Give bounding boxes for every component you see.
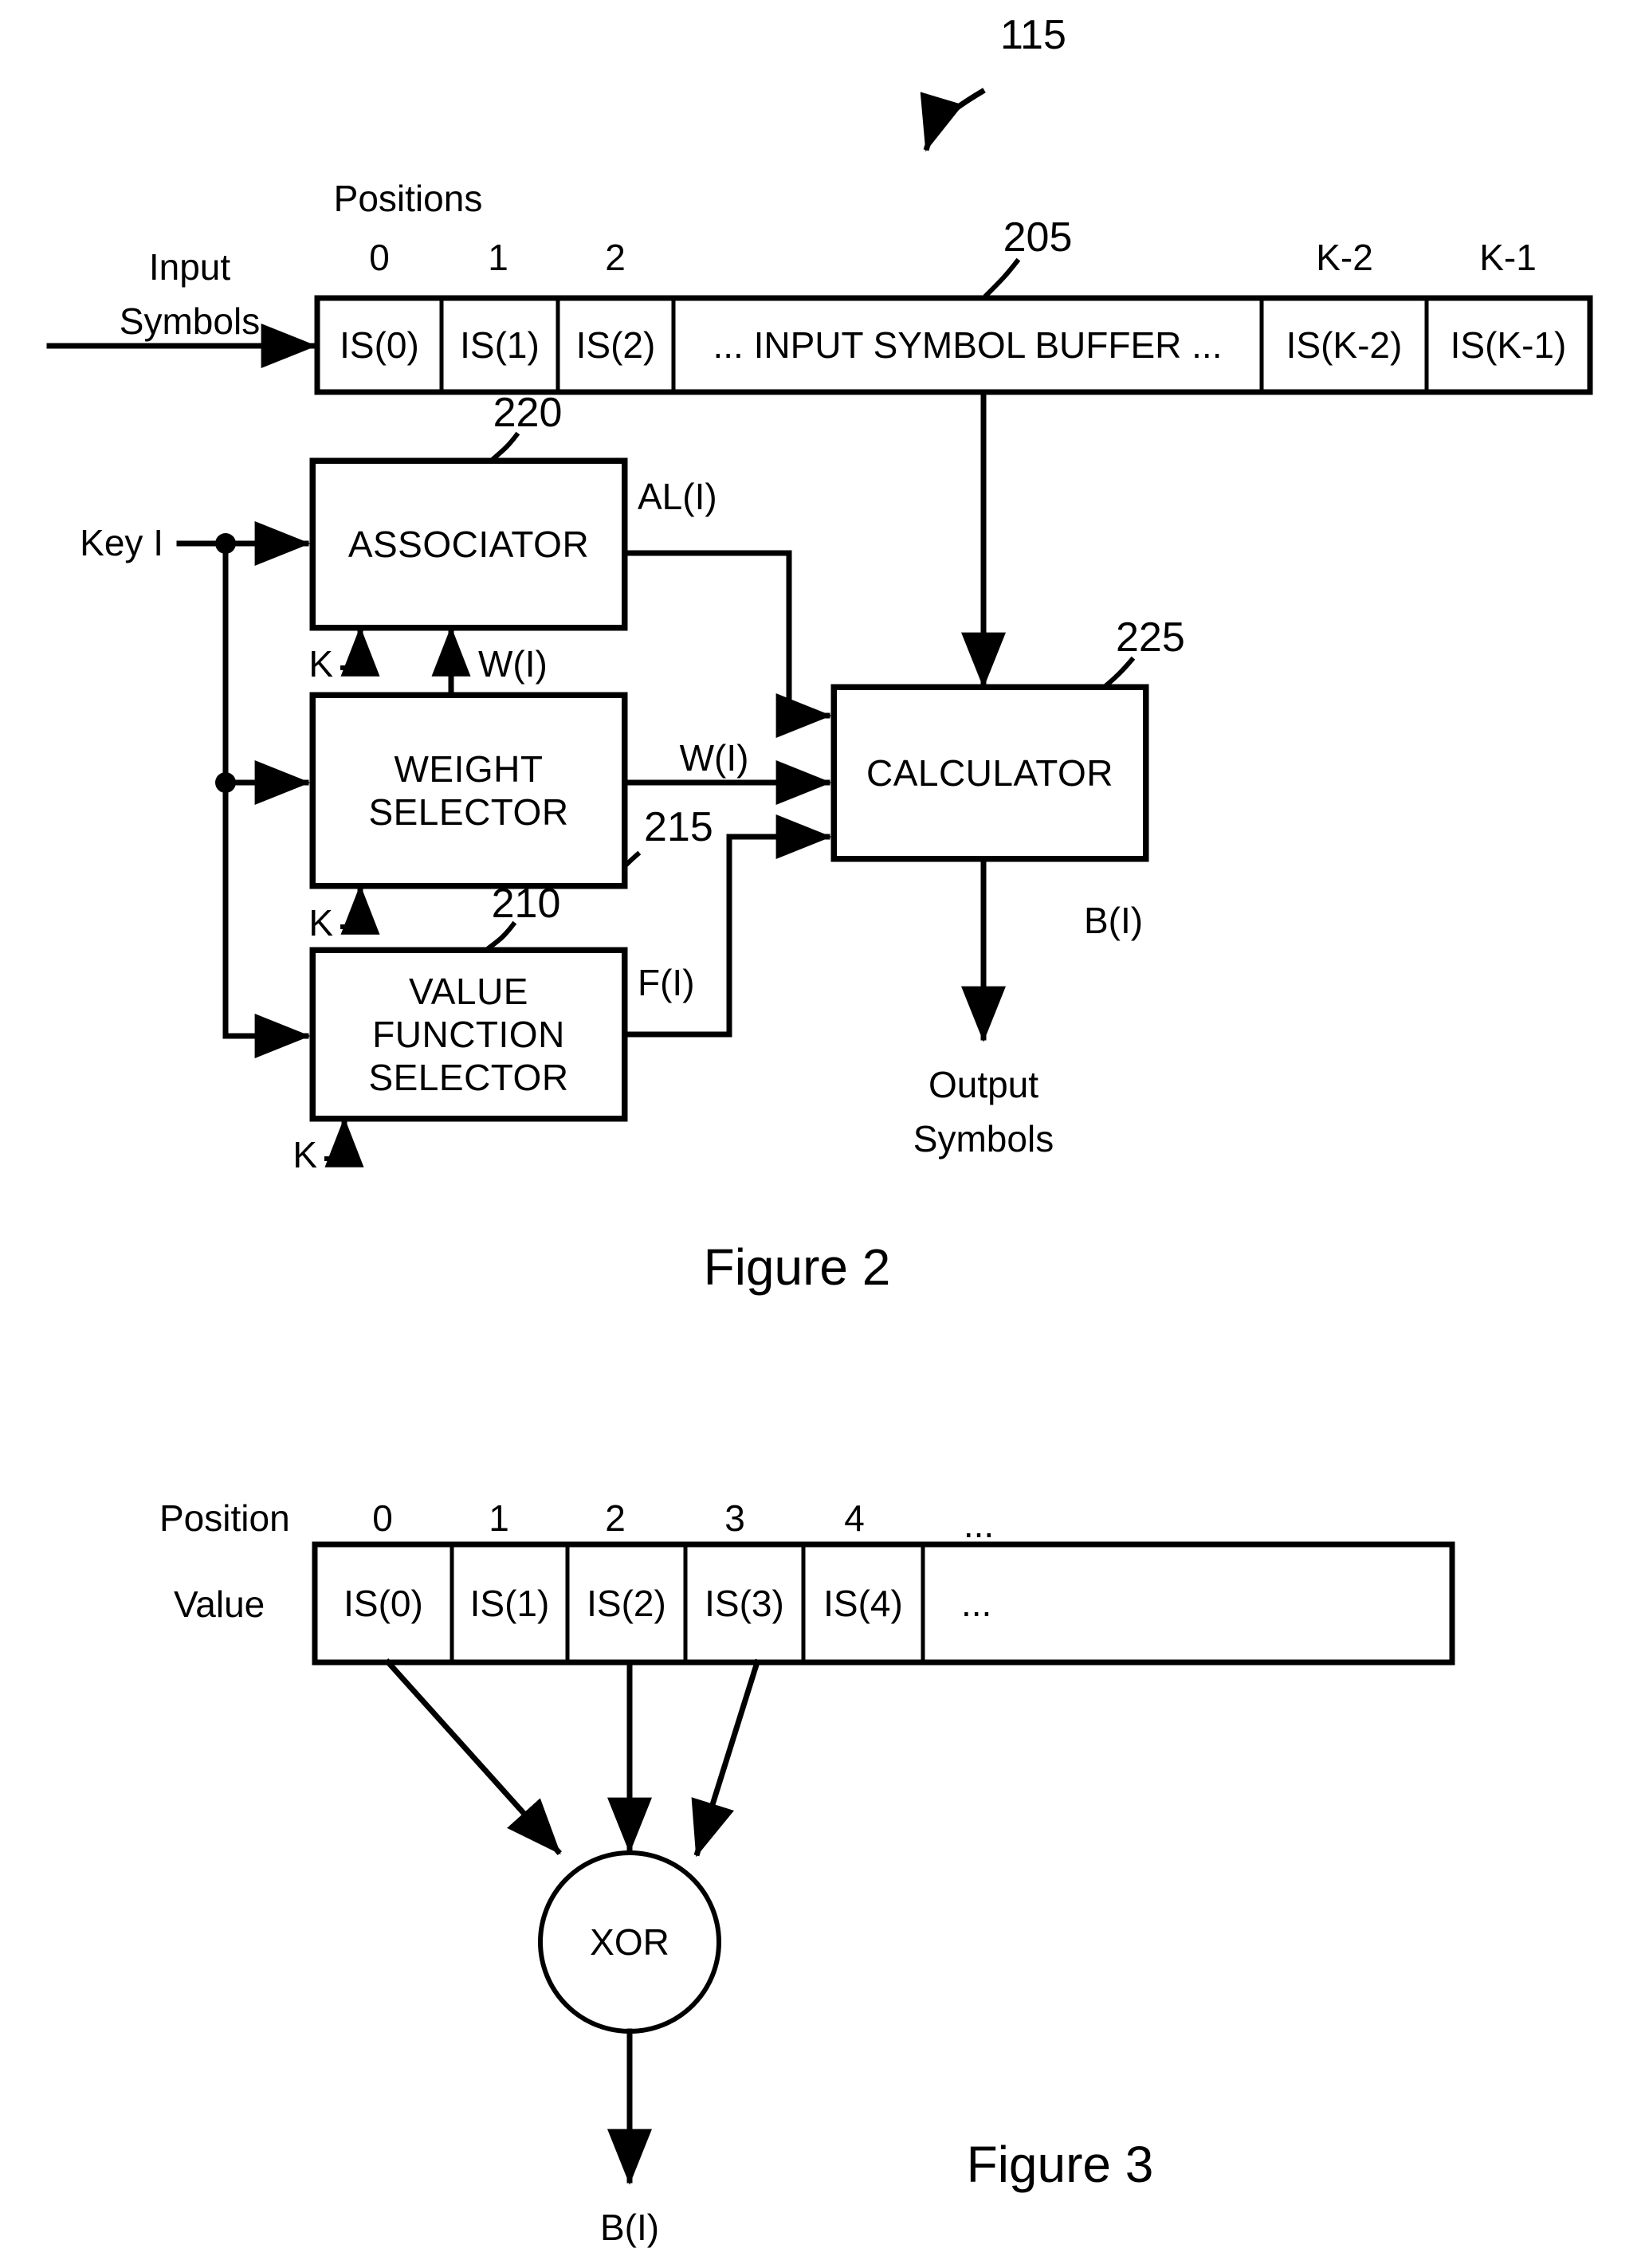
- fig3-cell-2: IS(2): [567, 1544, 685, 1662]
- fig3-cell-rest-value: ...: [961, 1583, 992, 1624]
- fig3-position-0: 0: [372, 1497, 393, 1539]
- buffer-position-0: 0: [369, 237, 390, 278]
- buffer-cell-middle-value: ... INPUT SYMBOL BUFFER ...: [713, 324, 1223, 366]
- reference-numeral-215: 215: [644, 804, 713, 850]
- fig3-position-label: Position: [159, 1497, 290, 1539]
- weight-selector-label: WEIGHT SELECTOR: [368, 747, 569, 833]
- fig3-cell-3: IS(3): [685, 1544, 803, 1662]
- buffer-cell-k-2-value: IS(K-2): [1286, 324, 1403, 366]
- reference-numeral-205: 205: [1003, 214, 1073, 261]
- reference-numeral-225: 225: [1116, 614, 1185, 661]
- weight-selector-block: WEIGHT SELECTOR: [312, 695, 625, 886]
- associator-block: ASSOCIATOR: [312, 461, 625, 628]
- buffer-position-1: 1: [488, 237, 508, 278]
- signal-b-i-figure3: B(I): [599, 2207, 660, 2248]
- buffer-cell-1-value: IS(1): [460, 324, 540, 366]
- fig3-value-label: Value: [174, 1583, 265, 1625]
- buffer-cell-0-value: IS(0): [340, 324, 419, 366]
- signal-f-i: F(I): [638, 962, 695, 1003]
- fig3-cell-1-value: IS(1): [469, 1583, 550, 1624]
- buffer-cell-1: IS(1): [442, 298, 558, 392]
- buffer-position-k-1: K-1: [1479, 237, 1537, 278]
- output-symbols-label-line2: Symbols: [913, 1118, 1054, 1160]
- value-function-selector-label: VALUE FUNCTION SELECTOR: [368, 970, 569, 1099]
- calculator-block: CALCULATOR: [834, 687, 1146, 859]
- key-i-label: Key I: [80, 522, 163, 563]
- patent-drawing-sheet: 115 Positions Input Symbols 0 1 2 K-2 K-…: [0, 0, 1645, 2268]
- reference-numeral-115: 115: [1000, 12, 1066, 58]
- fig3-cell-2-value: IS(2): [587, 1583, 666, 1624]
- output-symbols-label-line1: Output: [928, 1064, 1039, 1105]
- k-input-label-associator: K: [308, 643, 333, 685]
- fig3-cell-4: IS(4): [803, 1544, 923, 1662]
- buffer-cell-0: IS(0): [317, 298, 442, 392]
- fig3-position-3: 3: [724, 1497, 745, 1539]
- signal-al-i: AL(I): [638, 476, 717, 517]
- buffer-cell-2-value: IS(2): [575, 324, 656, 366]
- calculator-label: CALCULATOR: [866, 751, 1114, 794]
- associator-label: ASSOCIATOR: [347, 523, 590, 565]
- input-symbols-label-line2: Symbols: [119, 300, 261, 342]
- fig3-position-4: 4: [844, 1497, 865, 1539]
- buffer-position-2: 2: [605, 237, 626, 278]
- reference-numeral-220: 220: [493, 390, 563, 436]
- buffer-cell-k-2: IS(K-2): [1262, 298, 1427, 392]
- fig3-cell-0-value: IS(0): [344, 1583, 423, 1624]
- reference-numeral-210: 210: [491, 881, 561, 927]
- k-input-label-value-function-selector: K: [292, 1134, 317, 1175]
- fig3-cell-0: IS(0): [315, 1544, 452, 1662]
- buffer-cell-middle: ... INPUT SYMBOL BUFFER ...: [673, 298, 1262, 392]
- figure-2-caption: Figure 2: [703, 1238, 891, 1296]
- signal-w-i-output: W(I): [679, 737, 749, 779]
- fig3-cell-3-value: IS(3): [705, 1583, 784, 1624]
- positions-label: Positions: [333, 178, 483, 219]
- fig3-position-1: 1: [489, 1497, 509, 1539]
- signal-b-i-figure2: B(I): [1084, 900, 1144, 941]
- signal-w-i-into-associator: W(I): [478, 643, 548, 685]
- fig3-cell-1: IS(1): [452, 1544, 567, 1662]
- fig3-cell-rest: ...: [923, 1544, 1452, 1662]
- buffer-cell-2: IS(2): [558, 298, 673, 392]
- k-input-label-weight-selector: K: [308, 902, 333, 944]
- figure-3-caption: Figure 3: [966, 2136, 1154, 2193]
- fig3-cell-4-value: IS(4): [823, 1583, 903, 1624]
- fig3-position-2: 2: [605, 1497, 626, 1539]
- xor-gate-label: XOR: [590, 1921, 669, 1963]
- buffer-cell-k-1-value: IS(K-1): [1450, 324, 1567, 366]
- buffer-position-k-2: K-2: [1316, 237, 1373, 278]
- fig3-position-ellipsis: ...: [963, 1504, 995, 1545]
- value-function-selector-block: VALUE FUNCTION SELECTOR: [312, 950, 625, 1119]
- buffer-cell-k-1: IS(K-1): [1427, 298, 1590, 392]
- input-symbols-label-line1: Input: [148, 246, 231, 288]
